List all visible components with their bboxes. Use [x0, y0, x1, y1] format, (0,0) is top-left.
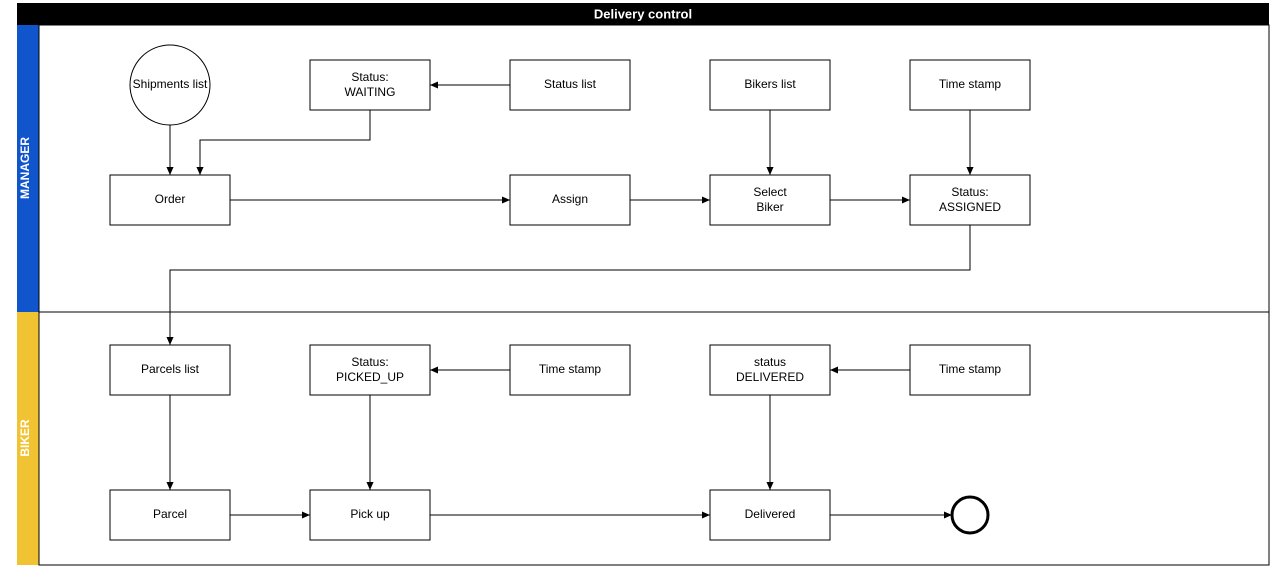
node-status-picked-l1: Status:	[351, 355, 388, 369]
lane-biker-label: BIKER	[18, 419, 32, 457]
node-bikers-list-label: Bikers list	[744, 77, 796, 91]
node-order-label: Order	[155, 192, 186, 206]
node-status-waiting-l2: WAITING	[345, 85, 396, 99]
lane-manager-body	[39, 25, 1269, 312]
pool-title: Delivery control	[594, 6, 692, 21]
node-status-assigned-l2: ASSIGNED	[939, 200, 1001, 214]
start-event-label: Shipments list	[133, 77, 208, 91]
node-status-list-label: Status list	[544, 77, 597, 91]
node-status-picked-l2: PICKED_UP	[336, 370, 404, 384]
node-parcels-list-label: Parcels list	[141, 362, 200, 376]
node-parcel-label: Parcel	[153, 507, 187, 521]
node-status-waiting-l1: Status:	[351, 70, 388, 84]
node-timestamp-3-label: Time stamp	[939, 362, 1002, 376]
node-status-delivered-l1: status	[754, 355, 786, 369]
node-status-delivered-l2: DELIVERED	[736, 370, 804, 384]
diagram-canvas: Delivery control MANAGER BIKER Shipments…	[0, 0, 1288, 571]
node-delivered-label: Delivered	[745, 507, 796, 521]
node-timestamp-1-label: Time stamp	[939, 77, 1002, 91]
end-event	[952, 497, 988, 533]
node-status-assigned-l1: Status:	[951, 185, 988, 199]
node-timestamp-2-label: Time stamp	[539, 362, 602, 376]
node-select-biker-l2: Biker	[756, 200, 783, 214]
lane-manager-label: MANAGER	[18, 137, 32, 199]
node-assign-label: Assign	[552, 192, 588, 206]
node-pickup-label: Pick up	[350, 507, 390, 521]
node-select-biker-l1: Select	[753, 185, 787, 199]
